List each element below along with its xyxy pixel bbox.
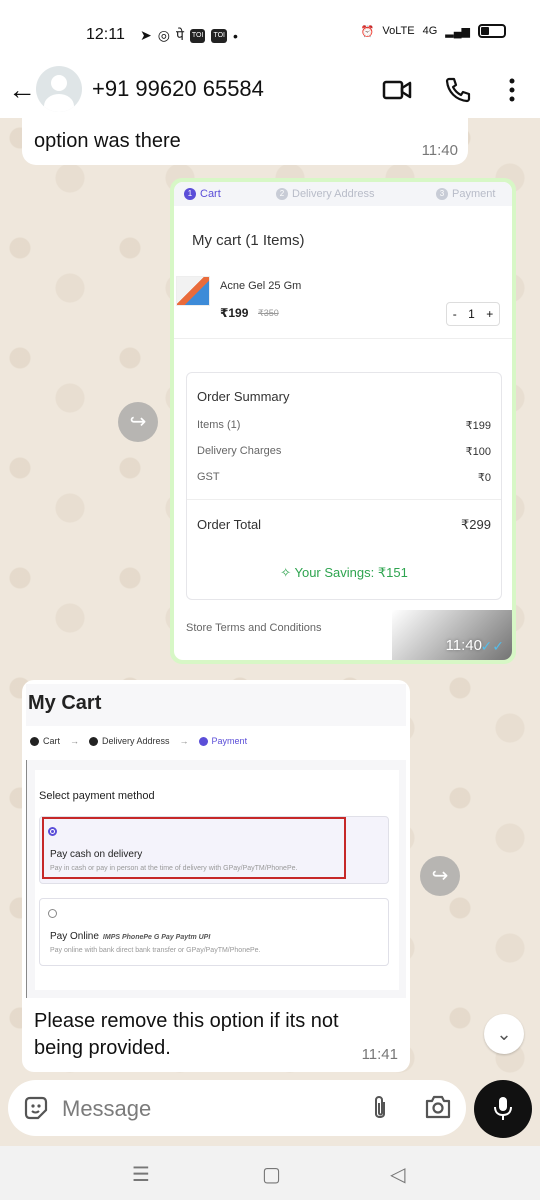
sent-image-message[interactable]: 1 Cart 2 Delivery Address 3 Payment My c… bbox=[170, 178, 516, 664]
checkout-steps: Cart → Delivery Address → Payment bbox=[30, 736, 247, 747]
sticker-icon[interactable] bbox=[22, 1094, 50, 1122]
telegram-icon: ➤ bbox=[140, 27, 152, 43]
summary-row: Items (1) ₹199 bbox=[197, 419, 491, 432]
screenshot-header: My Cart bbox=[26, 684, 406, 726]
summary-row: GST ₹0 bbox=[197, 471, 491, 484]
arrow-icon: → bbox=[70, 736, 80, 747]
cart-title: My cart (1 Items) bbox=[192, 232, 305, 249]
arrow-icon: → bbox=[179, 736, 189, 747]
voice-message-button[interactable] bbox=[474, 1080, 532, 1138]
home-icon[interactable]: ▢ bbox=[262, 1162, 281, 1187]
alarm-icon: ⏰ bbox=[360, 25, 375, 38]
battery-icon bbox=[478, 24, 506, 38]
step-delivery-address: 2 Delivery Address bbox=[276, 188, 375, 200]
step-payment: Payment bbox=[198, 736, 247, 747]
message-input[interactable]: Message bbox=[62, 1096, 151, 1122]
notification-icons: ➤ ◎ पे TOI TOI • bbox=[140, 26, 238, 45]
scroll-to-bottom-icon[interactable]: ⌄ bbox=[484, 1014, 524, 1054]
toi-icon: TOI bbox=[189, 28, 206, 43]
savings-label: ✧ Your Savings: ₹151 bbox=[280, 565, 408, 580]
more-dot-icon: • bbox=[233, 27, 238, 44]
cart-screenshot[interactable]: 1 Cart 2 Delivery Address 3 Payment My c… bbox=[174, 182, 512, 660]
message-text: Please remove this option if its not bei… bbox=[34, 1010, 339, 1059]
chat-header: ← +91 99620 65584 bbox=[0, 64, 540, 118]
product-old-price: ₹350 bbox=[258, 308, 279, 318]
chat-area[interactable]: option was there 11:40 1 Cart 2 Delivery… bbox=[0, 118, 540, 1080]
system-nav-bar: ☰ ▢ ◁ bbox=[0, 1146, 540, 1200]
payment-panel: Select payment method Pay cash on delive… bbox=[26, 760, 406, 998]
message-input-bar[interactable]: Message bbox=[8, 1080, 466, 1136]
radio-unselected bbox=[48, 909, 57, 918]
network-icon: 4G bbox=[422, 25, 438, 37]
checkout-steps: 1 Cart 2 Delivery Address 3 Payment bbox=[174, 182, 512, 206]
payment-option-online: Pay Online IMPS PhonePe G Pay Paytm UPI P… bbox=[39, 898, 389, 966]
quantity-stepper: - 1 + bbox=[446, 302, 500, 326]
video-call-icon[interactable] bbox=[382, 76, 412, 104]
avatar[interactable] bbox=[36, 66, 82, 112]
message-text: option was there bbox=[34, 130, 181, 152]
step-cart: 1 Cart bbox=[184, 188, 221, 200]
camera-icon[interactable] bbox=[424, 1094, 452, 1120]
summary-row: Delivery Charges ₹100 bbox=[197, 445, 491, 458]
payment-logos: IMPS PhonePe G Pay Paytm UPI bbox=[102, 934, 211, 941]
message-time: 11:41 bbox=[361, 1046, 398, 1063]
forward-icon[interactable]: ↪ bbox=[420, 856, 460, 896]
toi-icon-2: TOI bbox=[211, 28, 227, 43]
voice-call-icon[interactable] bbox=[444, 76, 472, 104]
step-payment: 3 Payment bbox=[436, 188, 495, 200]
step-cart: Cart bbox=[30, 736, 60, 747]
divider bbox=[187, 499, 501, 500]
highlight-box bbox=[42, 817, 346, 879]
order-summary: Order Summary Items (1) ₹199 Delivery Ch… bbox=[186, 372, 502, 600]
product-price: ₹199 bbox=[220, 306, 249, 320]
message-time: 11:40 bbox=[445, 637, 482, 654]
order-total: Order Total ₹299 bbox=[197, 517, 491, 532]
whatsapp-icon: ◎ bbox=[157, 27, 170, 43]
contact-name[interactable]: +91 99620 65584 bbox=[92, 76, 264, 102]
recents-icon[interactable]: ☰ bbox=[132, 1162, 150, 1187]
attach-icon[interactable] bbox=[370, 1094, 390, 1122]
phonepe-icon: पे bbox=[175, 27, 184, 43]
status-bar: 12:11 ➤ ◎ पे TOI TOI • ⏰ VoLTE 4G ▂▄▆ bbox=[0, 0, 540, 64]
order-summary-title: Order Summary bbox=[197, 389, 290, 404]
tag-icon: ✧ bbox=[280, 565, 295, 580]
back-icon[interactable]: ◁ bbox=[390, 1162, 405, 1187]
product-image bbox=[176, 276, 210, 306]
payment-option-cod: Pay cash on delivery Pay in cash or pay … bbox=[39, 816, 389, 884]
divider bbox=[174, 338, 512, 339]
status-time: 12:11 bbox=[86, 26, 125, 43]
message-bubble[interactable]: option was there 11:40 bbox=[22, 118, 468, 165]
payment-method-label: Select payment method bbox=[39, 790, 155, 802]
read-ticks-icon: ✓✓ bbox=[480, 638, 504, 654]
forward-icon[interactable]: ↪ bbox=[118, 402, 158, 442]
volte-icon: VoLTE bbox=[382, 25, 415, 37]
signal-icon: ▂▄▆ bbox=[445, 25, 470, 38]
payment-form: Select payment method Pay cash on delive… bbox=[35, 770, 399, 990]
message-time: 11:40 bbox=[421, 142, 458, 159]
step-delivery-address: Delivery Address bbox=[89, 736, 170, 747]
option-subtitle: Pay online with bank direct bank transfe… bbox=[50, 947, 261, 954]
back-arrow-icon[interactable]: ← bbox=[8, 76, 36, 104]
system-icons: ⏰ VoLTE 4G ▂▄▆ bbox=[361, 24, 506, 38]
received-image-message[interactable]: My Cart Cart → Delivery Address → Paymen… bbox=[22, 680, 410, 1072]
store-terms-link: Store Terms and Conditions bbox=[186, 622, 322, 634]
screenshot-title: My Cart bbox=[28, 692, 102, 714]
option-title: Pay Online IMPS PhonePe G Pay Paytm UPI bbox=[50, 931, 211, 942]
mic-icon bbox=[494, 1097, 512, 1120]
more-options-icon[interactable] bbox=[502, 76, 522, 104]
product-name: Acne Gel 25 Gm bbox=[220, 280, 302, 292]
